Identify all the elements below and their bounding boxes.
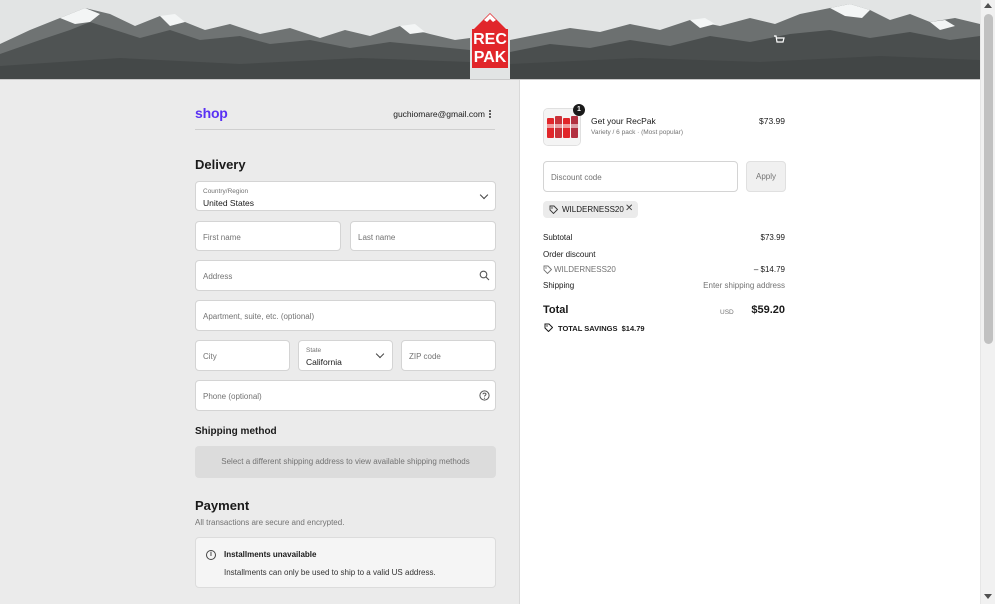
tag-icon <box>544 323 553 332</box>
apartment-input[interactable]: Apartment, suite, etc. (optional) <box>195 300 496 331</box>
scroll-down-arrow-icon[interactable] <box>984 594 992 599</box>
state-select[interactable]: State California <box>298 340 393 371</box>
apartment-placeholder: Apartment, suite, etc. (optional) <box>203 312 315 321</box>
total-label: Total <box>543 304 569 316</box>
discount-placeholder: Discount code <box>551 173 602 182</box>
header-banner: REC PAK <box>0 0 980 80</box>
installments-notice: i Installments unavailable Installments … <box>195 537 496 588</box>
order-discount-label: Order discount <box>543 250 596 259</box>
city-input[interactable]: City <box>195 340 290 371</box>
country-select[interactable]: Country/Region United States <box>195 181 496 211</box>
product-variant: Variety / 6 pack · (Most popular) <box>591 129 683 136</box>
payment-heading: Payment <box>195 498 250 513</box>
discount-code-summary: WILDERNESS20 <box>554 265 616 274</box>
help-icon[interactable] <box>479 390 490 401</box>
recpak-logo[interactable]: REC PAK <box>471 12 509 68</box>
installments-title: Installments unavailable <box>224 550 317 559</box>
country-label: Country/Region <box>203 188 249 195</box>
subtotal-label: Subtotal <box>543 233 573 242</box>
logo-wordmark: REC PAK <box>472 29 508 68</box>
shipping-label: Shipping <box>543 281 575 290</box>
savings-label: TOTAL SAVINGS <box>558 324 618 333</box>
subtotal-value: $73.99 <box>760 233 785 242</box>
first-name-placeholder: First name <box>203 233 241 242</box>
shop-pay-logo: shop <box>195 105 228 121</box>
search-icon <box>479 270 490 281</box>
cart-icon[interactable] <box>773 35 785 45</box>
shipping-method-message: Select a different shipping address to v… <box>195 446 496 478</box>
remove-discount-icon[interactable]: ✕ <box>625 203 633 214</box>
info-icon: i <box>206 550 216 560</box>
logo-mountain-icon <box>473 13 507 30</box>
logo-line-2: PAK <box>473 49 507 66</box>
installments-body: Installments can only be used to ship to… <box>224 568 436 577</box>
tag-icon <box>549 205 558 214</box>
page-scrollbar[interactable] <box>980 0 995 604</box>
address-placeholder: Address <box>203 272 233 281</box>
zip-input[interactable]: ZIP code <box>401 340 496 371</box>
phone-placeholder: Phone (optional) <box>203 392 262 401</box>
logo-line-1: REC <box>473 31 507 48</box>
tag-icon <box>543 265 552 274</box>
delivery-heading: Delivery <box>195 157 246 172</box>
city-placeholder: City <box>203 352 217 361</box>
first-name-input[interactable]: First name <box>195 221 341 251</box>
apply-discount-button[interactable]: Apply <box>746 161 786 192</box>
quantity-badge: 1 <box>573 104 585 116</box>
product-price: $73.99 <box>759 116 785 126</box>
account-email: guchiomare@gmail.com <box>393 109 485 119</box>
applied-code-label: WILDERNESS20 <box>562 205 624 214</box>
discount-amount: – $14.79 <box>753 265 785 274</box>
product-name: Get your RecPak <box>591 116 656 126</box>
scroll-up-arrow-icon[interactable] <box>984 3 992 8</box>
discount-code-input[interactable]: Discount code <box>543 161 738 192</box>
account-menu-icon[interactable] <box>489 110 493 119</box>
phone-input[interactable]: Phone (optional) <box>195 380 496 411</box>
chevron-down-icon <box>375 349 385 359</box>
payment-subtitle: All transactions are secure and encrypte… <box>195 518 345 527</box>
last-name-placeholder: Last name <box>358 233 396 242</box>
scrollbar-thumb[interactable] <box>984 14 993 344</box>
chevron-down-icon <box>479 190 489 200</box>
applied-discount-chip: WILDERNESS20 ✕ <box>543 201 638 218</box>
divider <box>195 129 495 130</box>
state-value: California <box>306 357 342 367</box>
total-value: $59.20 <box>751 304 785 316</box>
total-savings: TOTAL SAVINGS $14.79 <box>558 324 645 333</box>
savings-value: $14.79 <box>621 324 645 333</box>
total-currency: USD <box>720 309 734 316</box>
shipping-value: Enter shipping address <box>703 281 785 290</box>
zip-placeholder: ZIP code <box>409 352 441 361</box>
last-name-input[interactable]: Last name <box>350 221 496 251</box>
shipping-method-heading: Shipping method <box>195 426 277 437</box>
state-label: State <box>306 347 322 354</box>
country-value: United States <box>203 198 255 208</box>
order-summary-panel <box>519 80 980 604</box>
address-input[interactable]: Address <box>195 260 496 291</box>
